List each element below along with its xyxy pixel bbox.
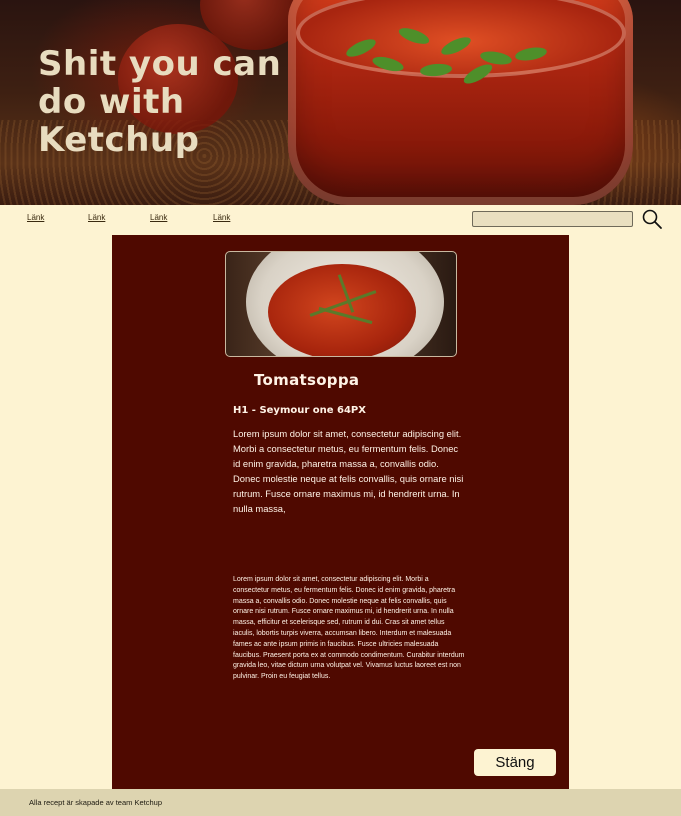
close-button[interactable]: Stäng	[474, 749, 556, 776]
recipe-intro-text: Lorem ipsum dolor sit amet, consectetur …	[233, 428, 464, 514]
nav-link[interactable]: Länk	[150, 213, 167, 222]
nav-link[interactable]: Länk	[88, 213, 105, 222]
nav-link[interactable]: Länk	[27, 213, 44, 222]
hero-title: Shit you can do with Ketchup	[38, 44, 282, 160]
recipe-title: Tomatsoppa	[254, 371, 360, 389]
search-icon[interactable]	[641, 208, 663, 230]
hero-banner: Shit you can do with Ketchup	[0, 0, 681, 205]
footer-text: Alla recept är skapade av team Ketchup	[29, 798, 162, 807]
recipe-subtitle: H1 - Seymour one 64PX	[233, 405, 366, 416]
nav-link[interactable]: Länk	[213, 213, 230, 222]
footer: Alla recept är skapade av team Ketchup	[0, 789, 681, 816]
search-input[interactable]	[472, 211, 633, 227]
recipe-body-text: Lorem ipsum dolor sit amet, consectetur …	[233, 576, 465, 681]
recipe-card: Tomatsoppa H1 - Seymour one 64PX Lorem i…	[112, 235, 569, 789]
tomato-soup-photo	[225, 251, 457, 357]
